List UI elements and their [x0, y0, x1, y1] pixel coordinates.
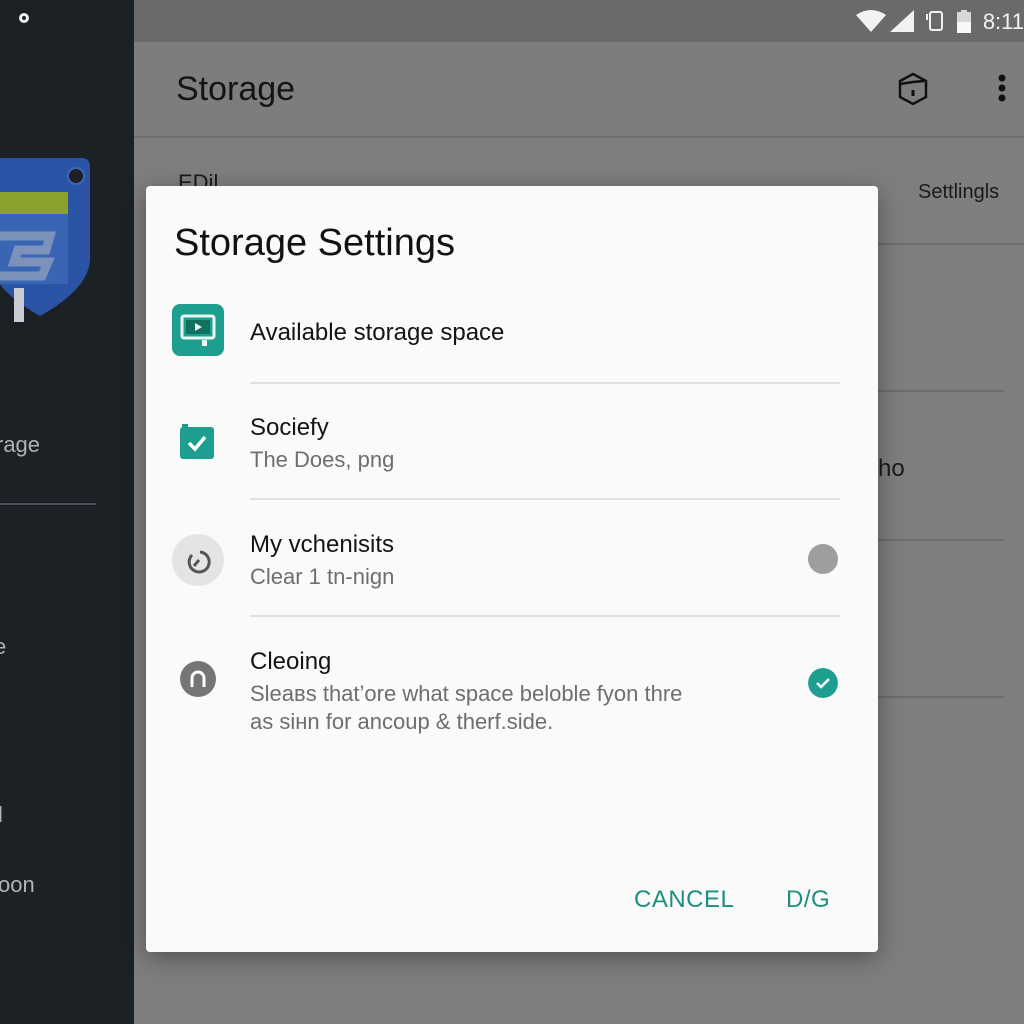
item-subtitle: Sleaвs that’ore what space beloble fyon … [250, 681, 683, 706]
magnet-icon [180, 661, 216, 697]
settings-link[interactable]: Settlingls [918, 181, 999, 204]
available-storage-label[interactable]: Available storage space [250, 319, 504, 347]
status-bar: 8:11 [134, 0, 1024, 42]
battery-icon [957, 10, 971, 33]
item-title[interactable]: Sociefy [250, 414, 329, 442]
status-time: 8:11 [982, 9, 1024, 34]
monitor-play-icon [172, 304, 224, 356]
drawer-item[interactable]: oon [0, 872, 35, 898]
divider [878, 243, 1024, 245]
item-title[interactable]: Cleoing [250, 648, 331, 676]
more-vert-icon[interactable] [996, 72, 1008, 106]
refresh-icon [172, 534, 224, 586]
confirm-button[interactable]: D/G [786, 886, 830, 914]
drawer-divider [0, 503, 96, 505]
navigation-drawer: rage r e l oon [0, 0, 134, 1024]
item-subtitle: as siнn for ancoup & therf.side. [250, 709, 554, 734]
drawer-item[interactable]: l [0, 802, 3, 828]
item-subtitle: The Does, png [250, 447, 395, 472]
divider [878, 390, 1004, 392]
drawer-item-storage[interactable]: rage [0, 432, 40, 458]
item-subtitle: Clear 1 tn-nign [250, 564, 395, 589]
cancel-button[interactable]: CANCEL [634, 886, 734, 914]
toggle-off[interactable] [808, 544, 838, 574]
divider [250, 382, 840, 384]
notification-dot-icon [19, 13, 29, 23]
checkbox-icon[interactable] [178, 422, 216, 460]
divider [250, 615, 840, 617]
page-title: Storage [176, 70, 296, 108]
drawer-item[interactable]: e [0, 634, 6, 660]
item-title[interactable]: My vchenisits [250, 531, 394, 559]
divider [878, 539, 1004, 541]
vibrate-icon [926, 11, 943, 31]
signal-icon [890, 10, 914, 32]
cube-icon[interactable] [898, 72, 928, 106]
partial-text: ho [878, 455, 905, 482]
divider [878, 696, 1004, 698]
storage-shield-logo-icon [0, 158, 90, 322]
wifi-icon [856, 10, 886, 32]
storage-settings-dialog: Storage Settings Available storage space… [146, 186, 878, 952]
check-circle-icon[interactable] [808, 668, 838, 698]
dialog-title: Storage Settings [174, 222, 455, 264]
divider [250, 498, 840, 500]
app-bar: Storage [134, 42, 1024, 138]
